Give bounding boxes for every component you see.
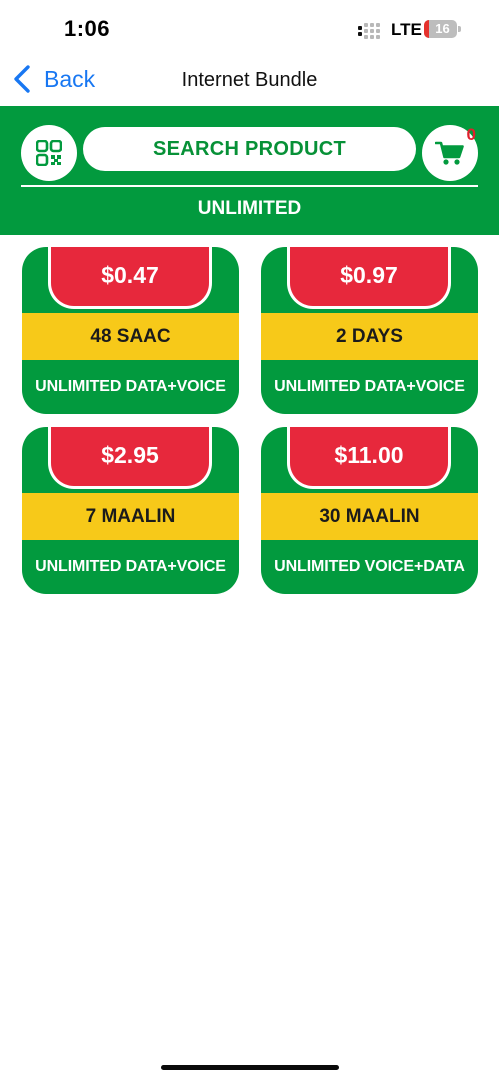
status-time: 1:06 bbox=[64, 16, 111, 41]
price-tab: $0.97 bbox=[287, 247, 451, 309]
product-duration: 7 MAALIN bbox=[22, 493, 239, 540]
product-price: $0.97 bbox=[340, 262, 398, 288]
product-description: UNLIMITED DATA+VOICE bbox=[35, 558, 226, 575]
qr-code-icon bbox=[36, 140, 62, 166]
signal-strength-icon bbox=[358, 23, 384, 39]
product-card[interactable]: $2.95 7 MAALIN UNLIMITED DATA+VOICE bbox=[22, 427, 239, 594]
product-description: UNLIMITED DATA+VOICE bbox=[274, 378, 465, 395]
product-duration: 30 MAALIN bbox=[261, 493, 478, 540]
network-type: LTE bbox=[391, 20, 422, 39]
page-title: Internet Bundle bbox=[181, 69, 318, 91]
product-price: $0.47 bbox=[101, 262, 159, 288]
battery-icon: 16 bbox=[424, 20, 457, 38]
price-tab: $0.47 bbox=[48, 247, 212, 309]
product-card[interactable]: $11.00 30 MAALIN UNLIMITED VOICE+DATA bbox=[261, 427, 478, 594]
product-price: $2.95 bbox=[101, 442, 159, 468]
battery-tip bbox=[458, 26, 461, 32]
cart-count-badge: 0 bbox=[466, 125, 476, 144]
category-tab-unlimited[interactable]: UNLIMITED bbox=[0, 198, 499, 220]
product-header: SEARCH PRODUCT 0 UNLIMITED bbox=[0, 106, 499, 235]
battery-level: 16 bbox=[435, 21, 450, 36]
status-bar: 1:06 LTE 16 bbox=[0, 0, 499, 58]
search-product-button[interactable]: SEARCH PRODUCT bbox=[83, 127, 416, 171]
header-divider bbox=[21, 185, 478, 187]
product-duration: 2 DAYS bbox=[261, 313, 478, 360]
qr-scan-button[interactable] bbox=[21, 125, 77, 181]
product-card[interactable]: $0.97 2 DAYS UNLIMITED DATA+VOICE bbox=[261, 247, 478, 414]
product-description: UNLIMITED VOICE+DATA bbox=[274, 558, 465, 575]
cart-button[interactable]: 0 bbox=[422, 125, 478, 181]
shopping-cart-icon bbox=[435, 141, 464, 165]
product-description: UNLIMITED DATA+VOICE bbox=[35, 378, 226, 395]
navigation-bar: Back Internet Bundle bbox=[0, 58, 499, 106]
product-price: $11.00 bbox=[334, 442, 404, 468]
price-tab: $2.95 bbox=[48, 427, 212, 489]
product-duration: 48 SAAC bbox=[22, 313, 239, 360]
home-indicator[interactable] bbox=[161, 1065, 339, 1070]
screen: 1:06 LTE 16 Back Internet Bundle SEARCH … bbox=[0, 0, 499, 1080]
product-card[interactable]: $0.47 48 SAAC UNLIMITED DATA+VOICE bbox=[22, 247, 239, 414]
price-tab: $11.00 bbox=[287, 427, 451, 489]
